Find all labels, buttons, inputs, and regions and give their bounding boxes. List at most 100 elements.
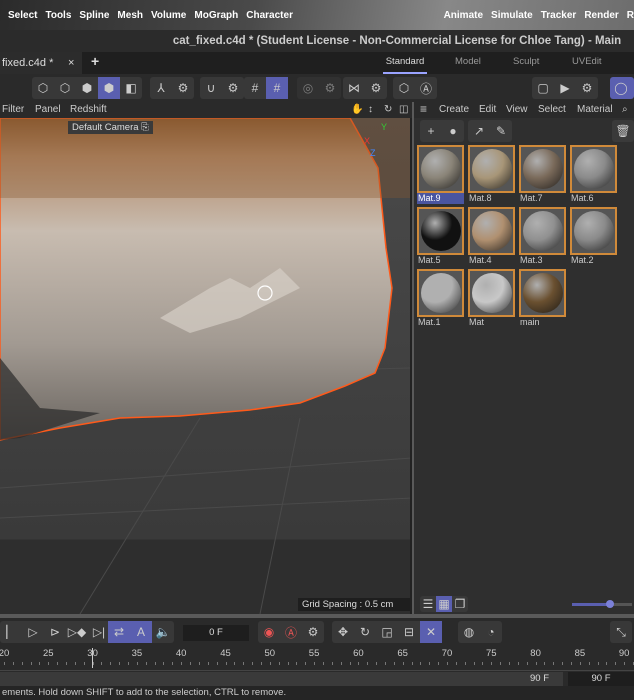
menu-more[interactable]: R xyxy=(627,10,634,21)
timeline-ruler[interactable]: 202530354045505560657075808590 xyxy=(0,618,634,668)
menu-mograph[interactable]: MoGraph xyxy=(194,10,238,21)
gear-icon[interactable]: ⚙ xyxy=(319,77,341,99)
menu-volume[interactable]: Volume xyxy=(151,10,186,21)
material-item[interactable]: Mat.2 xyxy=(570,207,617,266)
close-icon[interactable]: × xyxy=(68,52,74,74)
ruler-tick-label: 70 xyxy=(441,648,453,659)
asset-icon[interactable]: Ⓐ xyxy=(415,77,437,99)
delete-button[interactable]: 🗑 xyxy=(612,120,634,142)
layout-sculpt[interactable]: Sculpt xyxy=(513,52,539,74)
list-view-icon[interactable]: ☰ xyxy=(420,596,436,612)
slider-handle[interactable] xyxy=(606,600,614,608)
menu-tracker[interactable]: Tracker xyxy=(541,10,577,21)
page-view-icon[interactable]: ❐ xyxy=(452,596,468,612)
viewport-menu-filter[interactable]: Filter xyxy=(2,104,24,115)
ruler-tick-label: 45 xyxy=(220,648,231,659)
material-item[interactable]: main xyxy=(519,269,566,328)
axis-icon[interactable]: ⅄ xyxy=(150,77,172,99)
grid-lock-icon[interactable]: # xyxy=(266,77,288,99)
edges-mode-icon[interactable]: ⬡ xyxy=(54,77,76,99)
grid-group: # # xyxy=(244,77,288,99)
end-frame[interactable]: 90 F xyxy=(530,673,549,684)
material-name: Mat.5 xyxy=(418,255,441,265)
layout-standard[interactable]: Standard xyxy=(383,52,427,74)
ruler-tick-label: 40 xyxy=(175,648,187,659)
grid-view-icon[interactable]: ▦ xyxy=(436,596,452,612)
ruler-tick-label: 60 xyxy=(353,648,364,659)
eyedropper-icon[interactable]: ✎ xyxy=(490,120,512,142)
apply-arrow-icon[interactable]: ↗ xyxy=(468,120,490,142)
material-item[interactable]: Mat.3 xyxy=(519,207,566,266)
material-item[interactable]: Mat.1 xyxy=(417,269,464,328)
menu-character[interactable]: Character xyxy=(246,10,293,21)
model-mode-icon[interactable]: ⬢ xyxy=(98,77,120,99)
max-frame-field[interactable]: 90 F xyxy=(568,672,634,686)
layout-uvedit[interactable]: UVEdit xyxy=(572,52,602,74)
viewport-menu-redshift[interactable]: Redshift xyxy=(70,104,107,115)
material-menu-view[interactable]: View xyxy=(506,104,528,115)
maximize-icon[interactable]: ◫ xyxy=(399,104,408,115)
material-item[interactable]: Mat.7 xyxy=(519,145,566,204)
menu-spline[interactable]: Spline xyxy=(79,10,109,21)
menu-render[interactable]: Render xyxy=(584,10,618,21)
material-ball-icon[interactable]: ● xyxy=(442,120,464,142)
points-mode-icon[interactable]: ⬡ xyxy=(32,77,54,99)
material-menu-edit[interactable]: Edit xyxy=(479,104,496,115)
material-item[interactable]: Mat.4 xyxy=(468,207,515,266)
radial-group: ◎ ⚙ xyxy=(297,77,341,99)
uv-mode-icon[interactable]: ◧ xyxy=(120,77,142,99)
hamburger-icon[interactable]: ≡ xyxy=(420,102,427,116)
render-region-icon[interactable]: ▢ xyxy=(532,77,554,99)
material-item[interactable]: Mat.8 xyxy=(468,145,515,204)
pan-icon[interactable]: ✋ xyxy=(351,104,363,115)
material-item[interactable]: Mat.5 xyxy=(417,207,464,266)
gear-icon[interactable]: ⚙ xyxy=(222,77,244,99)
material-item[interactable]: Mat xyxy=(468,269,515,328)
material-menu-select[interactable]: Select xyxy=(538,104,566,115)
rotate-icon[interactable]: ↻ xyxy=(384,104,392,115)
ruler-tick-label: 80 xyxy=(530,648,541,659)
material-thumbnail xyxy=(519,269,566,317)
object-icon[interactable]: ⬡ xyxy=(393,77,415,99)
thumbnail-size-slider[interactable] xyxy=(572,600,632,608)
frame-range-bar[interactable]: 90 F xyxy=(0,672,563,686)
grid-icon[interactable]: # xyxy=(244,77,266,99)
menubar: Select Tools Spline Mesh Volume MoGraph … xyxy=(0,0,634,30)
material-menu-material[interactable]: Material xyxy=(577,104,613,115)
viewport-menu-panel[interactable]: Panel xyxy=(35,104,61,115)
magnet-icon[interactable]: ∪ xyxy=(200,77,222,99)
menu-mesh[interactable]: Mesh xyxy=(117,10,143,21)
snap-group: ∪ ⚙ xyxy=(200,77,244,99)
polygons-mode-icon[interactable]: ⬢ xyxy=(76,77,98,99)
layout-model[interactable]: Model xyxy=(455,52,481,74)
render-view-icon[interactable]: ▶ xyxy=(554,77,576,99)
redshift-button[interactable]: ◯ xyxy=(610,77,634,99)
menu-tools[interactable]: Tools xyxy=(45,10,71,21)
material-item[interactable]: Mat.9 xyxy=(417,145,464,204)
ruler-tick-label: 25 xyxy=(43,648,54,659)
material-name: Mat.3 xyxy=(520,255,543,265)
menu-simulate[interactable]: Simulate xyxy=(491,10,533,21)
gear-icon[interactable]: ⚙ xyxy=(172,77,194,99)
material-menu-create[interactable]: Create xyxy=(439,104,469,115)
material-item[interactable]: Mat.6 xyxy=(570,145,617,204)
move-icon[interactable]: ↕ xyxy=(368,104,373,115)
material-thumbnail xyxy=(519,207,566,255)
symmetry-icon[interactable]: ⋈ xyxy=(343,77,365,99)
search-icon[interactable]: ⌕ xyxy=(622,104,628,115)
ruler-tick-label: 85 xyxy=(574,648,586,659)
radial-icon[interactable]: ◎ xyxy=(297,77,319,99)
gear-icon[interactable]: ⚙ xyxy=(365,77,387,99)
playhead[interactable] xyxy=(92,648,93,668)
camera-label[interactable]: Default Camera ⎘ xyxy=(68,121,153,134)
add-material-icon[interactable]: + xyxy=(420,120,442,142)
menu-select[interactable]: Select xyxy=(8,10,37,21)
material-name: Mat.2 xyxy=(571,255,594,265)
ruler-tick-label: 75 xyxy=(486,648,497,659)
object-group: ⬡ Ⓐ xyxy=(393,77,437,99)
add-tab-icon[interactable]: + xyxy=(91,53,99,69)
viewport[interactable]: Default Camera ⎘ Y X Z Grid Spacing : 0.… xyxy=(0,118,412,614)
menu-animate[interactable]: Animate xyxy=(444,10,483,21)
render-settings-icon[interactable]: ⚙ xyxy=(576,77,598,99)
document-tab[interactable]: fixed.c4d * × xyxy=(0,52,82,74)
